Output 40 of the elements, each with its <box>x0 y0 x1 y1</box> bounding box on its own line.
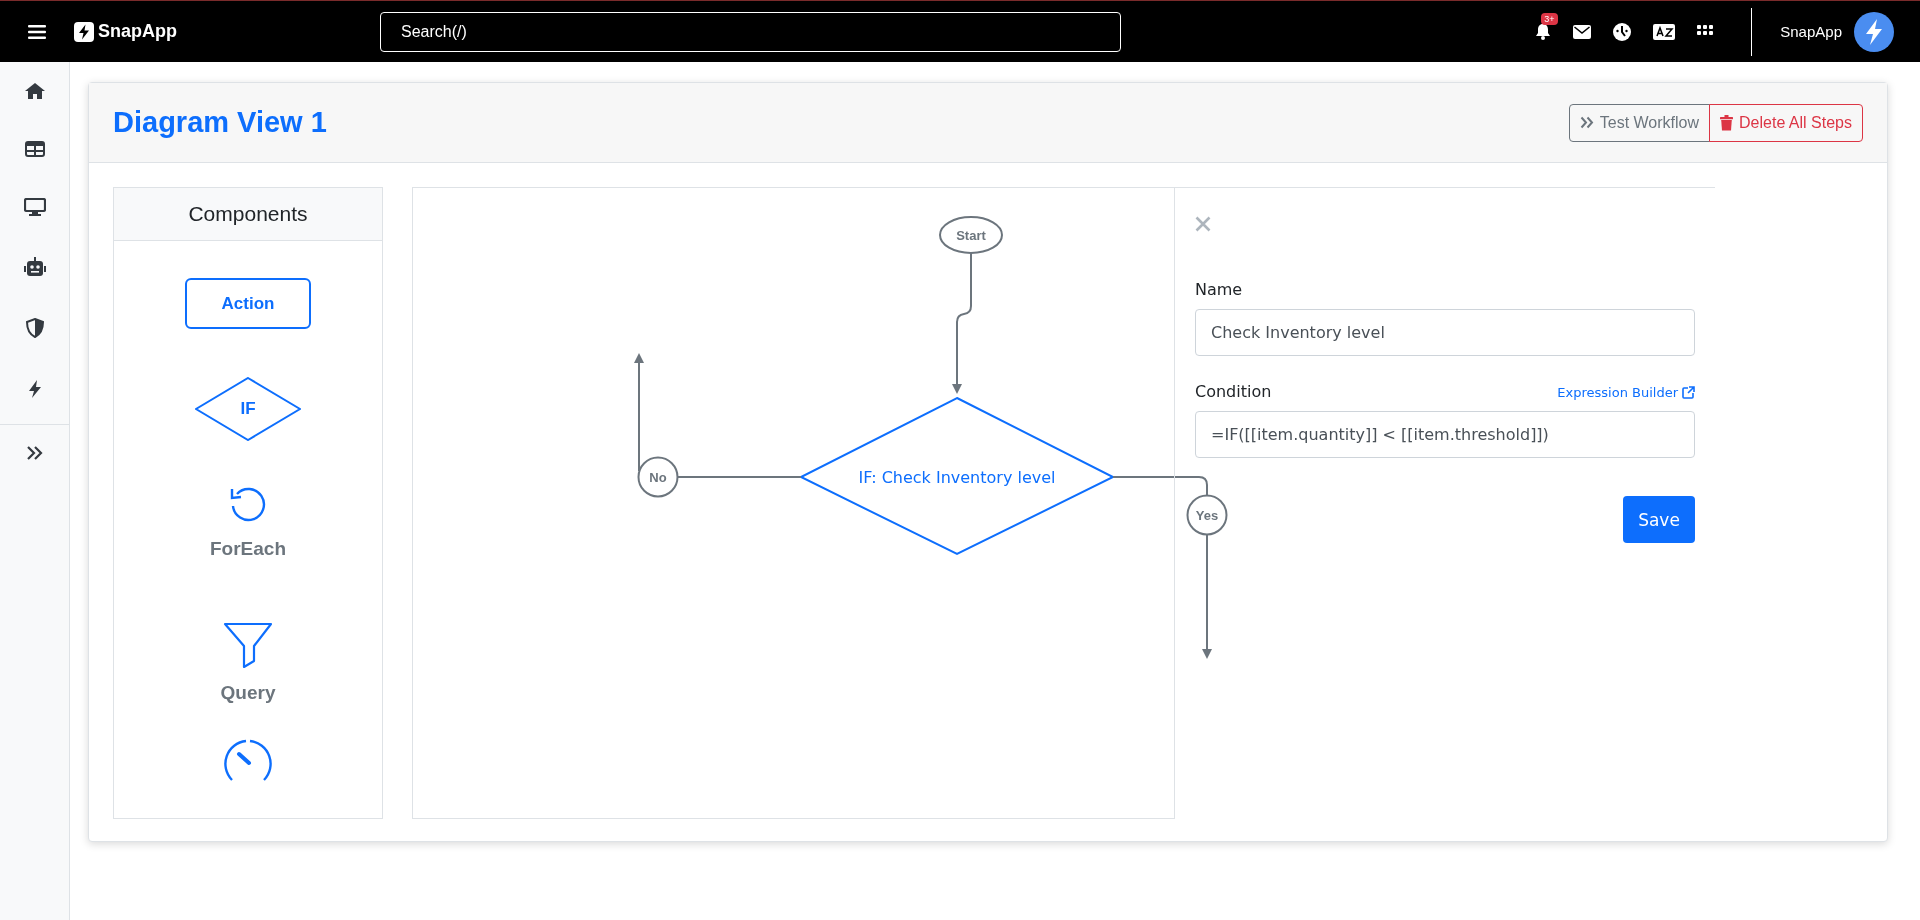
condition-field[interactable]: =IF([[item.quantity]] < [[item.threshold]]) <box>1195 411 1695 458</box>
robot-icon[interactable] <box>22 257 47 277</box>
name-field[interactable]: Check Inventory level <box>1195 309 1695 356</box>
if-block[interactable]: IF <box>195 377 301 441</box>
external-link-icon <box>1682 386 1695 399</box>
funnel-icon[interactable] <box>223 622 273 668</box>
monitor-icon[interactable] <box>23 198 46 216</box>
components-title: Components <box>114 188 382 241</box>
brand-name[interactable]: SnapApp <box>98 21 177 42</box>
search-field[interactable]: Search(/) <box>380 11 1121 52</box>
delete-button[interactable]: Delete All Steps <box>1709 103 1863 142</box>
page-title: Diagram View 1 <box>113 106 327 139</box>
bolt-icon[interactable] <box>27 379 42 399</box>
translate-icon[interactable] <box>1653 23 1676 40</box>
bell-icon[interactable] <box>1535 23 1552 40</box>
notification-badge: 3+ <box>1541 13 1558 25</box>
start-node[interactable]: Start <box>939 216 1003 254</box>
double-chevron-icon <box>1579 116 1594 129</box>
expression-builder-link[interactable]: Expression Builder <box>1557 385 1695 400</box>
query-label[interactable]: Query <box>220 682 276 704</box>
foreach-label[interactable]: ForEach <box>210 538 286 560</box>
test-button[interactable]: Test Workflow <box>1568 103 1711 142</box>
timer-icon[interactable] <box>222 738 274 782</box>
expand-icon[interactable] <box>25 445 44 461</box>
save-button[interactable]: Save <box>1623 496 1695 543</box>
menu-icon[interactable] <box>28 24 46 39</box>
bolt-icon <box>74 21 94 42</box>
no-node[interactable]: No <box>637 456 679 498</box>
avatar-icon[interactable] <box>1854 11 1894 52</box>
yes-node[interactable]: Yes <box>1186 494 1228 536</box>
name-label: Name <box>1195 280 1244 299</box>
user-name[interactable]: SnapApp <box>1780 23 1842 40</box>
action-block[interactable]: Action <box>185 278 311 329</box>
condition-label: Condition <box>1195 382 1272 401</box>
home-icon[interactable] <box>23 82 46 100</box>
table-icon[interactable] <box>24 141 45 157</box>
condition-node[interactable]: IF: Check Inventory level <box>798 396 1116 556</box>
shield-icon[interactable] <box>25 318 44 338</box>
trash-icon <box>1720 114 1734 131</box>
mail-icon[interactable] <box>1573 24 1592 39</box>
